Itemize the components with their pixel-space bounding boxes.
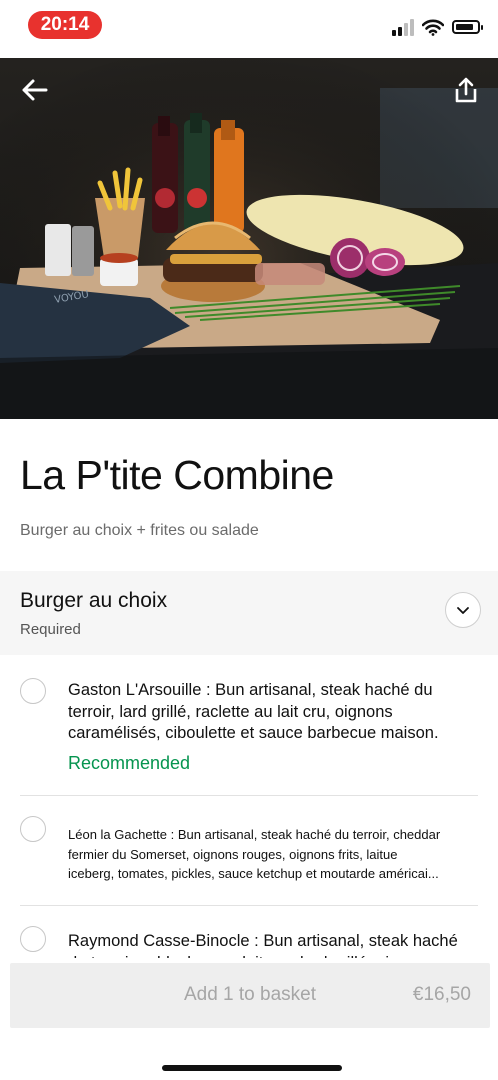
share-button[interactable] xyxy=(448,72,484,108)
burger-option-gaston[interactable]: Gaston L'Arsouille : Bun artisanal, stea… xyxy=(0,676,498,796)
radio-button[interactable] xyxy=(20,816,46,842)
status-time: 20:14 xyxy=(28,11,102,39)
basket-price: €16,50 xyxy=(412,984,471,1005)
radio-button[interactable] xyxy=(20,926,46,952)
required-label: Required xyxy=(20,621,81,638)
collapse-toggle-button[interactable] xyxy=(445,592,481,628)
option-label-line: fermier du Somerset, oignons rouges, oig… xyxy=(68,846,398,862)
product-title: La P'tite Combine xyxy=(20,452,334,498)
status-bar: 20:14 xyxy=(0,0,498,58)
option-group-title: Burger au choix xyxy=(20,589,168,612)
status-icons xyxy=(392,16,483,38)
chevron-down-icon xyxy=(457,606,469,614)
burger-option-leon[interactable]: Léon la Gachette : Bun artisanal, steak … xyxy=(0,816,498,906)
wifi-icon xyxy=(422,19,444,36)
back-arrow-icon xyxy=(22,79,48,101)
option-label: Gaston L'Arsouille : Bun artisanal, stea… xyxy=(68,681,439,742)
bottom-bar: Add 1 to basket €16,50 xyxy=(0,958,498,1080)
option-label-line: Léon la Gachette : Bun artisanal, steak … xyxy=(68,827,441,842)
product-subtitle: Burger au choix + frites ou salade xyxy=(20,522,259,539)
share-icon xyxy=(455,77,477,103)
home-indicator[interactable] xyxy=(162,1065,342,1071)
burger-fries-drinks-photo: VOYOU xyxy=(0,58,498,419)
option-group-header[interactable]: Burger au choix Required xyxy=(0,571,498,655)
divider xyxy=(20,905,478,906)
option-label-line: iceberg, tomates, pickles, sauce ketchup… xyxy=(68,866,439,881)
option-label: Léon la Gachette : Bun artisanal, steak … xyxy=(68,825,480,885)
back-button[interactable] xyxy=(16,72,52,108)
battery-icon xyxy=(452,20,483,34)
divider xyxy=(20,795,478,796)
recommended-badge: Recommended xyxy=(68,753,191,773)
radio-button[interactable] xyxy=(20,678,46,704)
cellular-signal-icon xyxy=(392,18,414,36)
hero-image: VOYOU xyxy=(0,58,498,419)
add-to-basket-button[interactable]: Add 1 to basket €16,50 xyxy=(10,963,490,1028)
